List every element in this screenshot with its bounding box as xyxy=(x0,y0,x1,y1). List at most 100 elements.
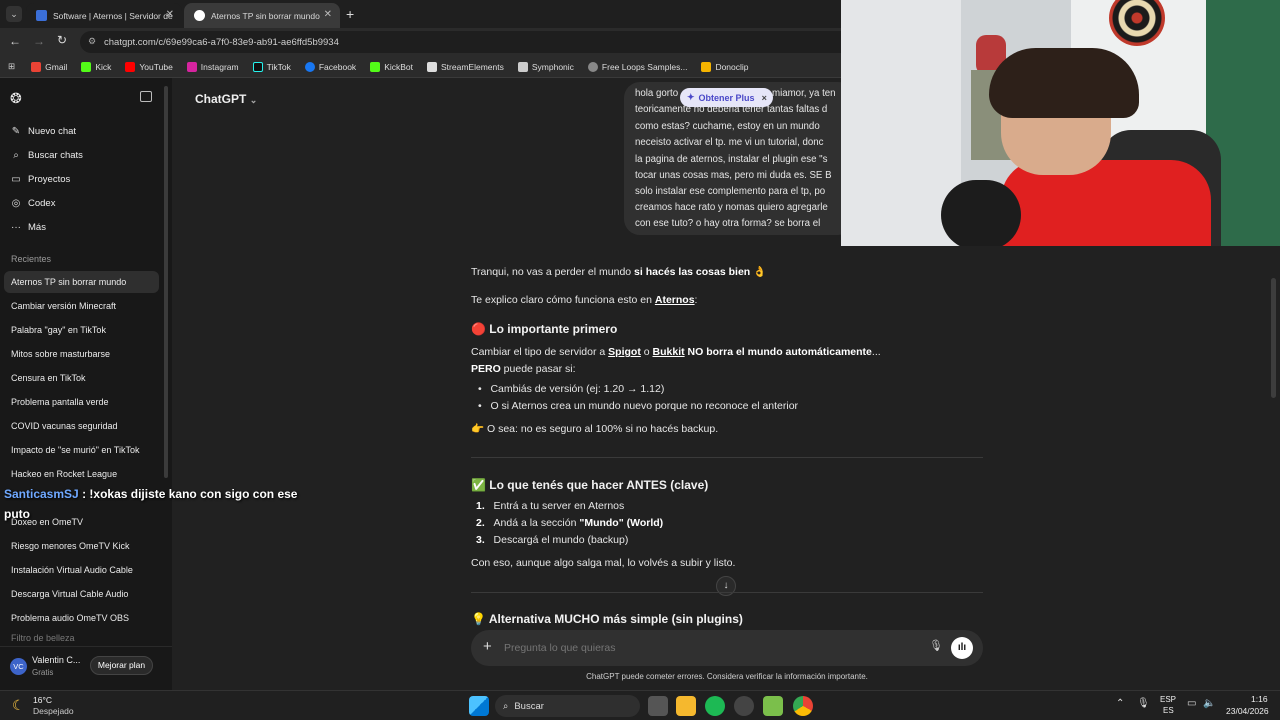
search-icon: ⌕ xyxy=(13,150,19,161)
chatgpt-favicon-icon xyxy=(194,10,205,21)
bookmark-gmail[interactable]: Gmail xyxy=(31,61,67,72)
new-chat-button[interactable]: ✎ Nuevo chat xyxy=(10,126,76,137)
bookmark-symphonic[interactable]: Symphonic xyxy=(517,61,574,72)
chat-item[interactable]: Problema audio OmeTV OBS xyxy=(4,607,159,629)
user-name[interactable]: Valentin C... xyxy=(32,655,80,665)
streamelements-icon xyxy=(427,61,438,72)
clock-time[interactable]: 1:16 xyxy=(1251,694,1268,704)
donoclip-icon xyxy=(701,61,712,72)
bookmark-instagram[interactable]: Instagram xyxy=(186,61,239,72)
chat-sidebar: ❂ ✎ Nuevo chat ⌕ Buscar chats ▭ Proyectos ◎… xyxy=(0,78,172,690)
tab-chatgpt-active[interactable]: Aternos TP sin borrar mundo ✕ xyxy=(184,3,340,28)
input-language[interactable]: ESP xyxy=(1160,695,1176,704)
aternos-link[interactable]: Aternos xyxy=(655,294,695,306)
pointing-hand-emoji: 👉 xyxy=(471,423,485,435)
bookmark-kick[interactable]: Kick xyxy=(81,61,111,72)
user-message-line: hola gorto xyxy=(635,88,679,99)
reload-icon[interactable]: ↻ xyxy=(57,33,67,47)
chat-item[interactable]: Hackeo en Rocket League xyxy=(4,463,159,485)
scroll-down-arrow-icon[interactable]: ↓ xyxy=(716,576,736,596)
toggle-sidebar-icon[interactable] xyxy=(140,91,152,102)
chevron-up-icon[interactable]: ⌃ xyxy=(1116,698,1124,709)
weather-temp[interactable]: 16°C xyxy=(33,695,52,705)
input-language-2[interactable]: ES xyxy=(1163,706,1174,715)
site-info-icon[interactable]: ⚙ xyxy=(88,36,96,47)
close-icon[interactable]: ✕ xyxy=(166,9,174,20)
user-plan: Gratis xyxy=(32,668,54,677)
bukkit-link[interactable]: Bukkit xyxy=(653,346,685,358)
back-arrow-icon[interactable]: ← xyxy=(9,34,21,48)
get-plus-button[interactable]: ✦ Obtener Plus × xyxy=(680,88,773,107)
bookmark-tiktok[interactable]: TikTok xyxy=(252,61,291,72)
bookmark-donoclip[interactable]: Donoclip xyxy=(701,61,749,72)
openai-logo-icon[interactable]: ❂ xyxy=(10,90,22,107)
task-view-icon[interactable] xyxy=(648,696,668,716)
chat-item-active[interactable]: Aternos TP sin borrar mundo xyxy=(4,271,159,293)
main-scrollbar[interactable] xyxy=(1271,278,1276,398)
model-selector[interactable]: ChatGPT ⌄ xyxy=(195,92,257,106)
chat-item[interactable]: Mitos sobre masturbarse xyxy=(4,343,159,365)
voice-mode-icon[interactable]: ılı xyxy=(951,637,973,659)
apps-grid-icon[interactable]: ⊞ xyxy=(8,61,15,72)
chat-item[interactable]: Palabra "gay" en TikTok xyxy=(4,319,159,341)
bookmark-streamelements[interactable]: StreamElements xyxy=(427,61,504,72)
more-dots-icon: ··· xyxy=(11,222,21,233)
spigot-link[interactable]: Spigot xyxy=(608,346,641,358)
chat-item[interactable]: Problema pantalla verde xyxy=(4,391,159,413)
user-message-line: creamos hace rato y nomas quiero agregar… xyxy=(635,202,828,213)
tab-aternos-software[interactable]: Software | Aternos | Servidor de ✕ xyxy=(26,3,182,28)
new-tab-button[interactable]: + xyxy=(346,6,354,22)
more-button[interactable]: ··· Más xyxy=(10,222,46,233)
monitor-icon[interactable]: ▭ xyxy=(1187,698,1196,709)
close-icon[interactable]: ✕ xyxy=(324,9,332,20)
kickbot-icon xyxy=(370,61,381,72)
red-circle-emoji: 🔴 xyxy=(471,322,486,336)
chrome-icon[interactable] xyxy=(793,696,813,716)
chat-item[interactable]: Instalación Virtual Audio Cable xyxy=(4,559,159,581)
windows-start-icon[interactable] xyxy=(469,696,489,716)
plus-icon[interactable]: + xyxy=(483,638,492,655)
microphone-icon[interactable]: 🎙 xyxy=(929,639,943,652)
codex-button[interactable]: ◎ Codex xyxy=(10,198,56,209)
chat-item[interactable]: Cambiar versión Minecraft xyxy=(4,295,159,317)
address-bar[interactable]: ⚙ chatgpt.com/c/69e99ca6-a7f0-83e9-ab91-… xyxy=(80,31,880,53)
chat-item[interactable]: Censura en TikTok xyxy=(4,367,159,389)
microphone-icon[interactable]: 🎙 xyxy=(1137,698,1150,709)
stream-chat-overlay: SanticasmSJ : !xokas dijiste kano con si… xyxy=(4,487,297,501)
bookmark-free-loops[interactable]: Free Loops Samples... xyxy=(587,61,687,72)
minecraft-icon[interactable] xyxy=(763,696,783,716)
chat-item[interactable]: COVID vacunas seguridad xyxy=(4,415,159,437)
search-chats-button[interactable]: ⌕ Buscar chats xyxy=(10,150,83,161)
composer: + 🎙 ılı xyxy=(471,630,983,666)
bookmark-kickbot[interactable]: KickBot xyxy=(370,61,413,72)
steam-icon[interactable] xyxy=(734,696,754,716)
clock-date[interactable]: 23/04/2026 xyxy=(1226,706,1269,716)
assistant-intro: Tranqui, no vas a perder el mundo si hac… xyxy=(471,266,767,278)
bookmark-youtube[interactable]: YouTube xyxy=(125,61,173,72)
windows-taskbar: ☾ 16°C Despejado ⌕ Buscar ⌃ 🎙 ESP ES ▭ 🔈 … xyxy=(0,690,1280,720)
weather-desc[interactable]: Despejado xyxy=(33,706,74,716)
upgrade-plan-button[interactable]: Mejorar plan xyxy=(90,656,153,675)
stream-chat-user: SanticasmSJ xyxy=(4,487,79,501)
chat-item[interactable]: Impacto de "se murió" en TikTok xyxy=(4,439,159,461)
bookmark-facebook[interactable]: Facebook xyxy=(304,61,356,72)
url-text: chatgpt.com/c/69e99ca6-a7f0-83e9-ab91-ae… xyxy=(104,36,339,48)
forward-arrow-icon[interactable]: → xyxy=(33,34,45,48)
tab-search-button[interactable]: ⌄ xyxy=(6,6,22,22)
file-explorer-icon[interactable] xyxy=(676,696,696,716)
chat-item-faded[interactable]: Filtro de belleza xyxy=(4,631,159,645)
spotify-icon[interactable] xyxy=(705,696,725,716)
prompt-input[interactable] xyxy=(504,639,904,657)
taskbar-search[interactable]: ⌕ Buscar xyxy=(495,695,640,717)
sidebar-scrollbar[interactable] xyxy=(164,86,168,478)
chat-item[interactable]: Descarga Virtual Cable Audio xyxy=(4,583,159,605)
youtube-icon xyxy=(125,61,136,72)
close-icon[interactable]: × xyxy=(762,93,767,103)
chat-item[interactable]: Riesgo menores OmeTV Kick xyxy=(4,535,159,557)
ok-hand-emoji: 👌 xyxy=(753,266,767,278)
projects-button[interactable]: ▭ Proyectos xyxy=(10,174,70,185)
step-item: 2. Andá a la sección "Mundo" (World) xyxy=(476,517,664,529)
folder-icon: ▭ xyxy=(11,174,21,185)
avatar[interactable]: VC xyxy=(10,658,27,675)
volume-icon[interactable]: 🔈 xyxy=(1203,698,1215,709)
